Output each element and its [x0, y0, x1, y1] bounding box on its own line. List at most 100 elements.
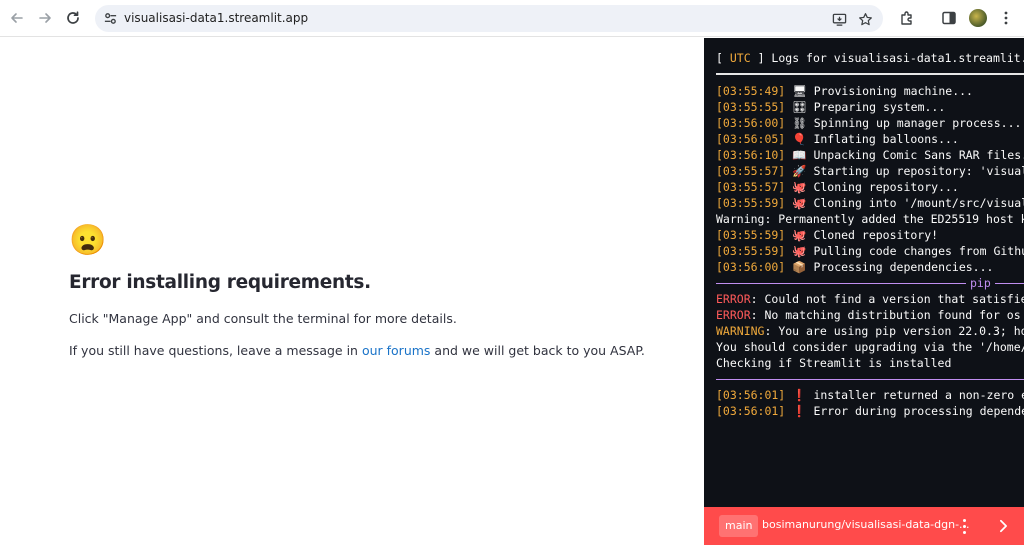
reload-button[interactable]: [63, 8, 83, 28]
error-title: Error installing requirements.: [69, 272, 371, 293]
manage-app-bar[interactable]: main bosimanurung/visualisasi-data-dgn-.…: [704, 507, 1024, 545]
frowning-face-icon: 😦: [69, 224, 107, 257]
pip-section-divider: pip: [716, 275, 1024, 291]
log-text: Provisioning machine...: [806, 84, 973, 98]
log-line: [03:55:49] 🖥 Provisioning machine...: [716, 83, 1024, 99]
log-text: : Could not find a version that satisfie…: [750, 292, 1024, 306]
error-help-text: If you still have questions, leave a mes…: [69, 343, 645, 358]
logs-terminal[interactable]: [ UTC ] Logs for visualisasi-data1.strea…: [704, 38, 1024, 507]
log-timestamp: [03:56:05]: [716, 132, 786, 146]
log-line: [03:55:55] 🎛 Preparing system...: [716, 99, 1024, 115]
app-error-page: 😦 Error installing requirements. Click "…: [0, 38, 704, 545]
log-timestamp: [03:55:57]: [716, 180, 786, 194]
forward-arrow-icon: [39, 13, 51, 23]
forward-button[interactable]: [35, 8, 55, 28]
log-emoji-icon: 🖥: [792, 84, 807, 98]
log-emoji-icon: 🐙: [792, 228, 807, 242]
log-text: : No matching distribution found for os: [750, 308, 1021, 322]
log-line: [03:55:57] 🐙 Cloning repository...: [716, 179, 1024, 195]
log-line: You should consider upgrading via the '/…: [716, 340, 1024, 354]
log-lines: [03:55:49] 🖥 Provisioning machine... [03:…: [716, 83, 1024, 419]
log-emoji-icon: 🎈: [792, 132, 807, 146]
log-line-warning: WARNING: You are using pip version 22.0.…: [716, 323, 1024, 339]
log-emoji-icon: 🐙: [792, 196, 807, 210]
log-emoji-icon: ❗: [792, 404, 807, 418]
log-timestamp: [03:56:00]: [716, 260, 786, 274]
log-timestamp: [03:55:57]: [716, 164, 786, 178]
warning-keyword: WARNING: [716, 324, 765, 338]
log-line: [03:56:01] ❗ installer returned a non-ze…: [716, 387, 1024, 403]
section-divider: [716, 371, 1024, 387]
log-timestamp: [03:55:49]: [716, 84, 786, 98]
log-emoji-icon: 🚀: [792, 164, 807, 178]
log-text: Processing dependencies...: [806, 260, 994, 274]
log-line: [03:56:00] ⛓ Spinning up manager process…: [716, 115, 1024, 131]
error-keyword: ERROR: [716, 292, 751, 306]
install-app-icon[interactable]: [830, 10, 848, 28]
log-line: [03:55:59] 🐙 Cloning into '/mount/src/vi…: [716, 195, 1024, 211]
logs-title: Logs for visualisasi-data1.streamlit.app: [764, 51, 1024, 65]
log-text: : You are using pip version 22.0.3; howe…: [764, 324, 1024, 338]
back-button[interactable]: [7, 8, 27, 28]
log-text: Error during processing dependencies! Pl…: [813, 404, 1024, 418]
log-line: Checking if Streamlit is installed: [716, 356, 952, 370]
log-text: Cloning into '/mount/src/visualisasi-dat…: [813, 196, 1024, 210]
log-timestamp: [03:55:55]: [716, 100, 786, 114]
log-text: Preparing system...: [806, 100, 946, 114]
log-line: [03:56:01] ❗ Error during processing dep…: [716, 403, 1024, 419]
profile-avatar[interactable]: [969, 9, 987, 27]
log-line-error: ERROR: Could not find a version that sat…: [716, 291, 1024, 307]
forums-link[interactable]: our forums: [362, 343, 430, 358]
side-panel-icon[interactable]: [940, 9, 958, 27]
timezone-label: UTC: [729, 51, 751, 65]
log-emoji-icon: ⛓: [792, 116, 807, 130]
reload-icon: [67, 11, 79, 24]
chevron-right-icon[interactable]: [996, 518, 1010, 534]
tz-bracket-open: [: [716, 51, 730, 65]
error-keyword: ERROR: [716, 308, 751, 322]
log-text: Cloned repository!: [806, 228, 939, 242]
log-text: Unpacking Comic Sans RAR files...: [806, 148, 1024, 162]
extensions-puzzle-icon[interactable]: [898, 9, 916, 27]
address-bar[interactable]: visualisasi-data1.streamlit.app: [95, 5, 883, 32]
log-line: [03:56:05] 🎈 Inflating balloons...: [716, 131, 1024, 147]
log-timestamp: [03:56:01]: [716, 404, 786, 418]
terminal-header: [ UTC ] Logs for visualisasi-data1.strea…: [716, 51, 1024, 65]
log-line: [03:55:59] 🐙 Cloned repository!: [716, 227, 1024, 243]
log-line: [03:56:00] 📦 Processing dependencies...: [716, 259, 1024, 275]
log-line: [03:55:59] 🐙 Pulling code changes from G…: [716, 243, 1024, 259]
url-text[interactable]: visualisasi-data1.streamlit.app: [124, 11, 308, 25]
log-text: Pulling code changes from Github...: [813, 244, 1024, 258]
log-timestamp: [03:56:10]: [716, 148, 786, 162]
log-line-error: ERROR: No matching distribution found fo…: [716, 307, 1024, 323]
log-text: Spinning up manager process...: [806, 116, 1022, 130]
log-line-warning: Warning: Permanently added the ED25519 h…: [716, 212, 1024, 226]
site-settings-icon[interactable]: [103, 11, 118, 26]
more-options-icon[interactable]: [956, 517, 972, 535]
log-emoji-icon: ❗: [792, 388, 807, 402]
pip-label: pip: [966, 275, 995, 291]
bookmark-star-icon[interactable]: [856, 10, 874, 28]
repo-name[interactable]: bosimanurung/visualisasi-data-dgn-...: [762, 518, 970, 531]
log-timestamp: [03:55:59]: [716, 244, 786, 258]
browser-menu-icon[interactable]: [997, 9, 1015, 27]
tz-bracket-close: ]: [750, 51, 765, 65]
header-divider: [716, 73, 1024, 75]
log-emoji-icon: 🐙: [792, 180, 807, 194]
log-timestamp: [03:55:59]: [716, 196, 786, 210]
back-arrow-icon: [11, 13, 23, 23]
log-line: [03:55:57] 🚀 Starting up repository: 'vi…: [716, 163, 1024, 179]
log-timestamp: [03:56:00]: [716, 116, 786, 130]
log-text: Inflating balloons...: [806, 132, 959, 146]
branch-badge: main: [719, 515, 759, 537]
log-emoji-icon: 🎛: [792, 100, 807, 114]
log-text: installer returned a non-zero exit code: [813, 388, 1024, 402]
log-timestamp: [03:56:01]: [716, 388, 786, 402]
log-text: Cloning repository...: [806, 180, 959, 194]
browser-toolbar: visualisasi-data1.streamlit.app: [0, 0, 1024, 37]
log-emoji-icon: 🐙: [792, 244, 807, 258]
help-text-after: and we will get back to you ASAP.: [430, 343, 645, 358]
help-text-before: If you still have questions, leave a mes…: [69, 343, 362, 358]
log-text: Starting up repository: 'visualisasi-dat…: [813, 164, 1024, 178]
log-emoji-icon: 📖: [792, 148, 807, 162]
